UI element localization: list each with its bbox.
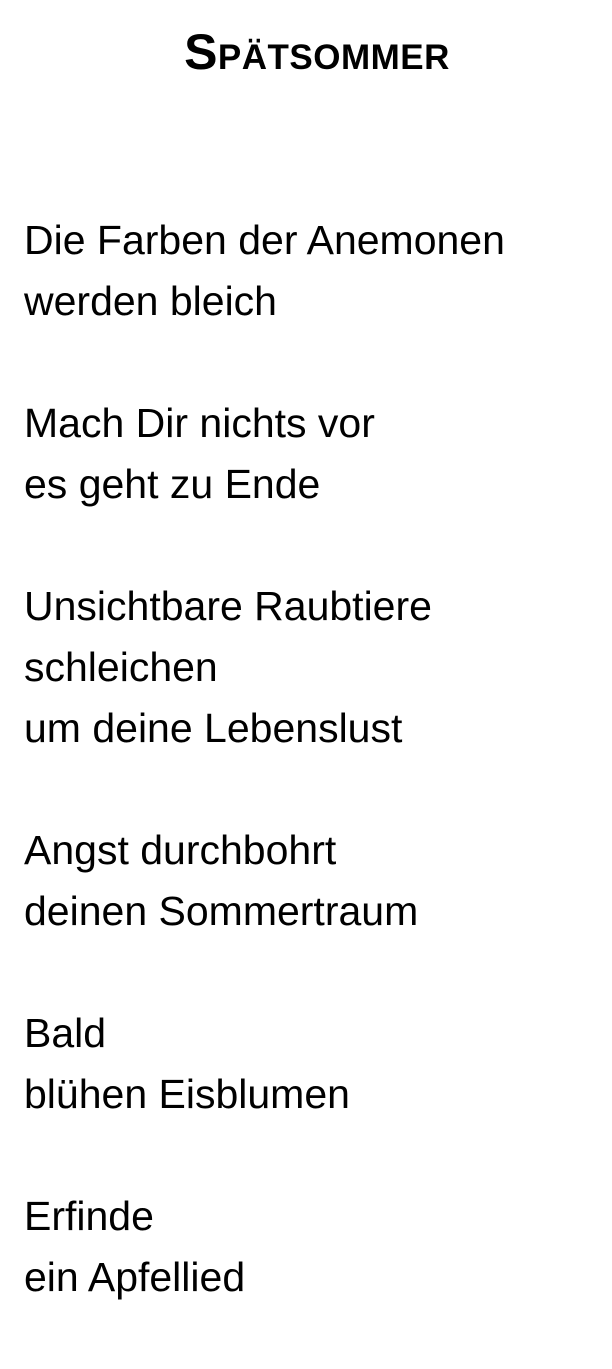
poem-body: Die Farben der Anemonen werden bleich Ma… bbox=[24, 210, 604, 1369]
poem-line: blühen Eisblumen bbox=[24, 1071, 350, 1117]
poem-title: Spätsommer bbox=[184, 24, 450, 80]
stanza-5: Bald blühen Eisblumen bbox=[24, 1003, 604, 1125]
poem-line: Bald bbox=[24, 1010, 107, 1056]
poem-line: schleichen bbox=[24, 644, 218, 690]
stanza-6: Erfinde ein Apfellied bbox=[24, 1186, 604, 1308]
stanza-4: Angst durchbohrt deinen Sommertraum bbox=[24, 820, 604, 942]
poem-line: Angst durchbohrt bbox=[24, 827, 337, 873]
poem-line: Unsichtbare Raubtiere bbox=[24, 583, 432, 629]
poem-line: Die Farben der Anemonen bbox=[24, 217, 505, 263]
poem-line: deinen Sommertraum bbox=[24, 888, 419, 934]
stanza-3: Unsichtbare Raubtiere schleichen um dein… bbox=[24, 576, 604, 759]
poem-line: Mach Dir nichts vor bbox=[24, 400, 375, 446]
poem-line: um deine Lebenslust bbox=[24, 705, 403, 751]
stanza-2: Mach Dir nichts vor es geht zu Ende bbox=[24, 393, 604, 515]
stanza-1: Die Farben der Anemonen werden bleich bbox=[24, 210, 604, 332]
poem-line: es geht zu Ende bbox=[24, 461, 321, 507]
poem-line: Erfinde bbox=[24, 1193, 154, 1239]
poem-line: ein Apfellied bbox=[24, 1254, 246, 1300]
poem-line: werden bleich bbox=[24, 278, 277, 324]
